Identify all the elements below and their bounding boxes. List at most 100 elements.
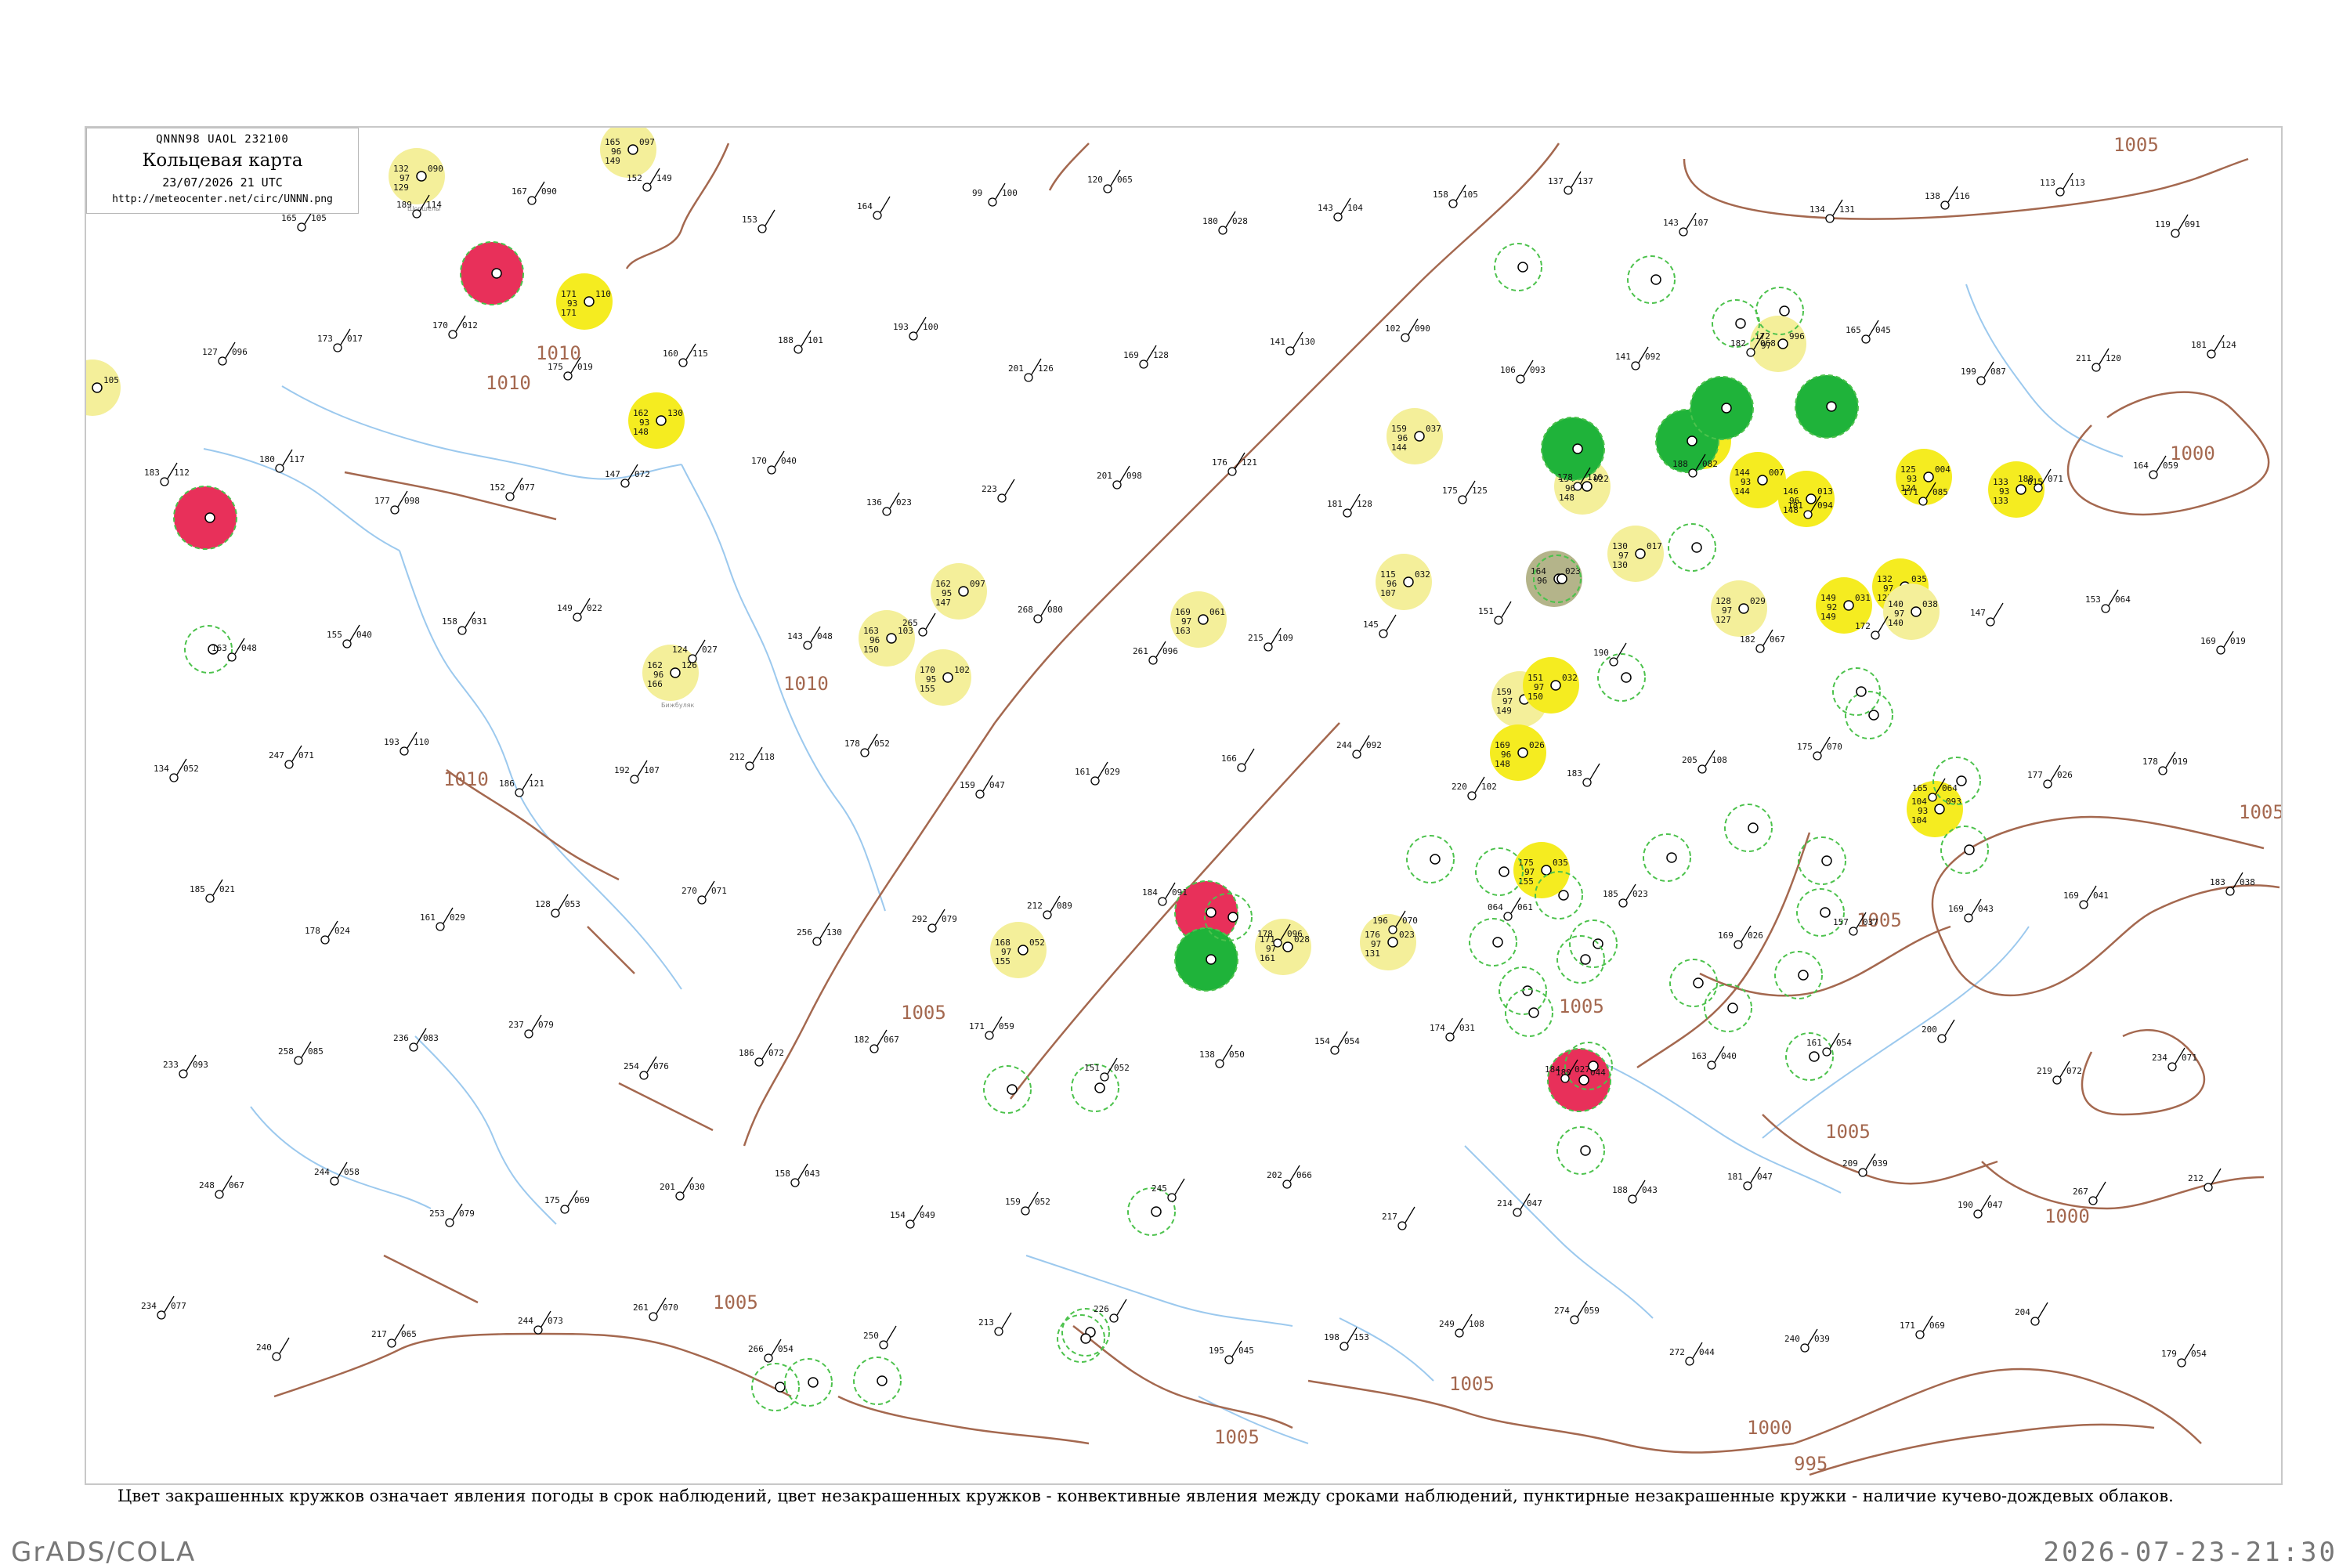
station-marker[interactable] bbox=[1796, 888, 1845, 937]
plain-station[interactable]: 234 077 bbox=[141, 1295, 186, 1320]
plain-station[interactable]: 154 049 bbox=[890, 1205, 935, 1229]
plain-station[interactable]: 154 054 bbox=[1314, 1031, 1360, 1055]
plain-station[interactable]: 247 071 bbox=[269, 745, 314, 769]
plain-station[interactable]: 175 069 bbox=[544, 1190, 590, 1214]
plain-station[interactable]: 158 043 bbox=[775, 1163, 820, 1187]
plain-station[interactable]: 171 069 bbox=[1900, 1315, 1945, 1339]
station-marker[interactable] bbox=[1627, 255, 1676, 304]
station-marker[interactable]: 169 06197163 bbox=[1170, 591, 1227, 648]
plain-station[interactable]: 204 bbox=[2015, 1302, 2048, 1326]
plain-station[interactable]: 213 bbox=[978, 1312, 1012, 1336]
plain-station[interactable]: 176 121 bbox=[1212, 452, 1257, 476]
station-marker[interactable] bbox=[983, 1065, 1032, 1114]
plain-station[interactable]: 223 bbox=[982, 479, 1015, 503]
plain-station[interactable]: 183 112 bbox=[144, 462, 190, 486]
plain-station[interactable]: 064 061 bbox=[1488, 897, 1533, 921]
station-marker[interactable]: 175 03597155 bbox=[1513, 842, 1570, 898]
plain-station[interactable]: 151 bbox=[1478, 601, 1512, 625]
plain-station[interactable]: 254 076 bbox=[624, 1056, 669, 1080]
station-marker[interactable] bbox=[1690, 376, 1754, 440]
plain-station[interactable]: 159 047 bbox=[960, 775, 1005, 799]
plain-station[interactable]: 180 117 bbox=[259, 449, 305, 473]
plain-station[interactable]: 195 045 bbox=[1209, 1340, 1254, 1364]
plain-station[interactable]: 261 096 bbox=[1133, 641, 1178, 665]
plain-station[interactable]: 145 bbox=[1363, 614, 1397, 638]
plain-station[interactable]: 212 bbox=[2188, 1168, 2222, 1192]
plain-station[interactable]: 113 113 bbox=[2040, 172, 2085, 197]
station-marker[interactable]: 165 09796149 bbox=[600, 128, 656, 178]
station-marker[interactable]: 169 02696148 bbox=[1490, 724, 1546, 781]
plain-station[interactable]: 182 067 bbox=[854, 1029, 899, 1053]
station-marker[interactable] bbox=[1556, 1126, 1605, 1175]
plain-station[interactable]: 267 bbox=[2073, 1181, 2106, 1205]
plain-station[interactable]: 166 bbox=[1221, 748, 1255, 772]
station-marker[interactable] bbox=[460, 241, 524, 305]
station-marker[interactable] bbox=[1556, 935, 1605, 984]
plain-station[interactable]: 151 052 bbox=[1084, 1057, 1130, 1082]
plain-station[interactable]: 186 072 bbox=[739, 1042, 784, 1067]
plain-station[interactable]: 202 066 bbox=[1267, 1165, 1312, 1189]
plain-station[interactable]: 245 bbox=[1152, 1178, 1185, 1202]
station-marker[interactable] bbox=[1669, 959, 1718, 1007]
plain-station[interactable]: 186 121 bbox=[499, 773, 544, 797]
plain-station[interactable]: 153 bbox=[742, 209, 776, 233]
plain-station[interactable]: 217 bbox=[1382, 1206, 1415, 1230]
plain-station[interactable]: 240 bbox=[256, 1337, 290, 1361]
plain-station[interactable]: 174 031 bbox=[1430, 1017, 1475, 1042]
plain-station[interactable]: 128 053 bbox=[535, 894, 580, 918]
plain-station[interactable]: 250 bbox=[863, 1325, 897, 1349]
station-marker[interactable] bbox=[1643, 833, 1691, 882]
plain-station[interactable]: 169 026 bbox=[1718, 925, 1763, 949]
plain-station[interactable]: 261 070 bbox=[633, 1297, 678, 1321]
station-marker[interactable]: 171 11093171 bbox=[556, 273, 613, 330]
plain-station[interactable]: 165 045 bbox=[1846, 320, 1891, 344]
plain-station[interactable]: 266 054 bbox=[748, 1339, 794, 1363]
plain-station[interactable]: 119 091 bbox=[2155, 214, 2200, 238]
plain-station[interactable]: 185 023 bbox=[1603, 883, 1648, 908]
plain-station[interactable]: 181 047 bbox=[1727, 1166, 1773, 1190]
station-marker[interactable]: 162 12696166Бижбуляк bbox=[642, 645, 699, 709]
plain-station[interactable]: 237 079 bbox=[508, 1014, 554, 1039]
plain-station[interactable]: 211 120 bbox=[2076, 348, 2121, 372]
station-marker[interactable]: 17310596171 bbox=[86, 359, 121, 416]
plain-station[interactable]: 127 096 bbox=[202, 341, 248, 366]
plain-station[interactable]: 136 023 bbox=[866, 492, 912, 516]
plain-station[interactable]: 201 126 bbox=[1008, 358, 1054, 382]
plain-station[interactable]: 169 019 bbox=[2200, 630, 2246, 655]
plain-station[interactable]: 212 089 bbox=[1027, 895, 1072, 919]
plain-station[interactable]: 161 029 bbox=[420, 907, 465, 931]
plain-station[interactable]: 270 071 bbox=[682, 880, 727, 905]
map-url[interactable]: http://meteocenter.net/circ/UNNN.png bbox=[87, 193, 358, 205]
station-marker[interactable]: 171 02897161 bbox=[1255, 919, 1311, 975]
plain-station[interactable]: 159 052 bbox=[1005, 1191, 1050, 1216]
plain-station[interactable]: 134 052 bbox=[154, 758, 199, 782]
station-marker[interactable]: 151 03297150 bbox=[1523, 657, 1579, 714]
plain-station[interactable]: 175 125 bbox=[1442, 480, 1488, 504]
plain-station[interactable]: 274 059 bbox=[1554, 1300, 1600, 1324]
plain-station[interactable]: 240 039 bbox=[1784, 1328, 1830, 1353]
station-marker[interactable]: 130 01797130 bbox=[1607, 526, 1664, 582]
station-marker[interactable] bbox=[1494, 243, 1542, 291]
station-marker[interactable] bbox=[1704, 984, 1752, 1032]
plain-station[interactable]: 212 118 bbox=[729, 746, 775, 771]
station-marker[interactable] bbox=[1795, 374, 1859, 439]
plain-station[interactable]: 256 130 bbox=[797, 922, 842, 946]
plain-station[interactable]: 209 039 bbox=[1842, 1153, 1888, 1177]
station-marker[interactable] bbox=[173, 486, 237, 550]
plain-station[interactable]: 193 110 bbox=[384, 732, 429, 756]
plain-station[interactable]: 120 065 bbox=[1087, 169, 1133, 193]
plain-station[interactable]: 169 043 bbox=[1948, 898, 1994, 923]
plain-station[interactable]: 268 080 bbox=[1018, 599, 1063, 623]
plain-station[interactable]: 188 101 bbox=[778, 330, 823, 354]
weather-map[interactable]: 1005 1000 1010 1010 1010 1010 1005 1005 … bbox=[86, 128, 2281, 1483]
plain-station[interactable]: 149 022 bbox=[557, 598, 602, 622]
plain-station[interactable]: 164 bbox=[857, 196, 891, 220]
plain-station[interactable]: 143 048 bbox=[787, 626, 833, 650]
plain-station[interactable]: 200 bbox=[1922, 1019, 1955, 1043]
plain-station[interactable]: 171 059 bbox=[969, 1016, 1014, 1040]
station-marker[interactable]: 115 03296107 bbox=[1376, 554, 1432, 610]
plain-station[interactable]: 163 048 bbox=[212, 638, 257, 662]
plain-station[interactable]: 158 031 bbox=[442, 611, 487, 635]
plain-station[interactable]: 169 128 bbox=[1123, 345, 1169, 369]
station-marker[interactable] bbox=[1569, 919, 1618, 968]
